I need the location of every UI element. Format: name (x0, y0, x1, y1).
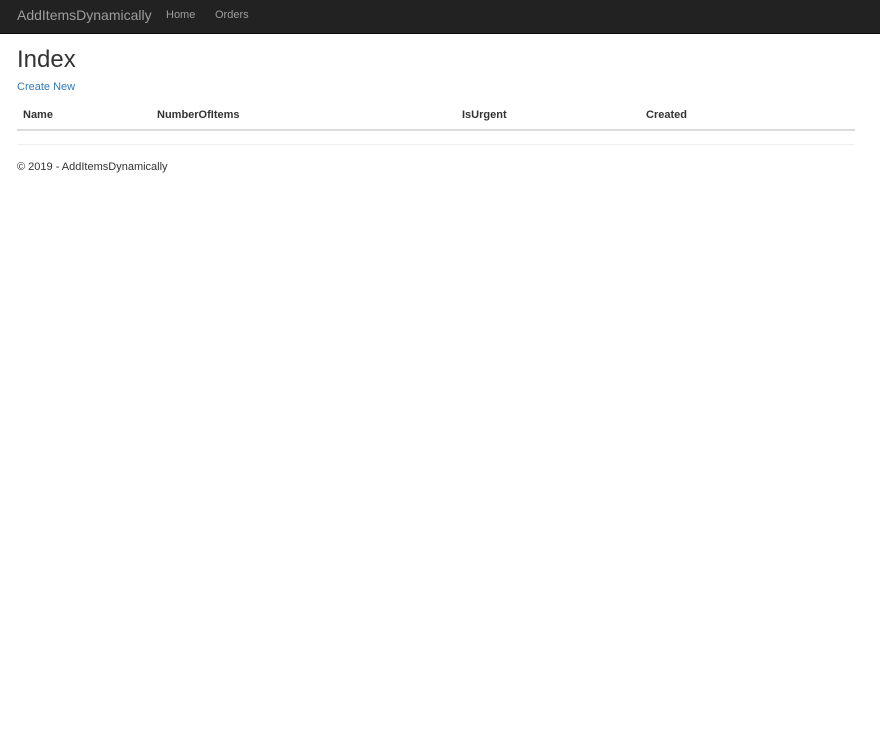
column-header-number-of-items: NumberOfItems (151, 103, 456, 131)
column-header-created: Created (640, 103, 855, 131)
column-header-is-urgent: IsUrgent (456, 103, 640, 131)
orders-table: Name NumberOfItems IsUrgent Created (17, 103, 855, 131)
top-navbar: AddItemsDynamically Home Orders (0, 0, 880, 34)
footer-text: © 2019 - AddItemsDynamically (17, 161, 168, 173)
nav-link-home[interactable]: Home (166, 9, 195, 21)
footer-divider (17, 144, 855, 145)
brand-link[interactable]: AddItemsDynamically (17, 7, 152, 23)
nav-link-orders[interactable]: Orders (215, 9, 249, 21)
table-header-row: Name NumberOfItems IsUrgent Created (17, 103, 855, 131)
column-header-name: Name (17, 103, 151, 131)
page-title: Index (17, 46, 76, 73)
create-new-link[interactable]: Create New (17, 81, 75, 93)
